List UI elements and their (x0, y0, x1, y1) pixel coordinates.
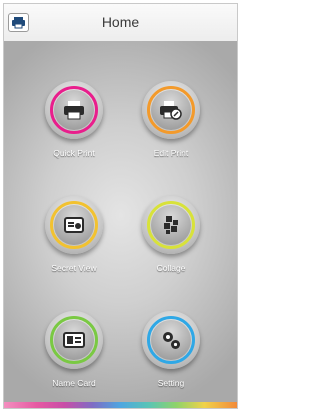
setting-label: Setting (157, 378, 185, 388)
collage-button[interactable]: Collage (131, 196, 211, 296)
secret-view-icon (64, 217, 84, 233)
edit-printer-icon (160, 101, 182, 120)
edit-print-label: Edit Print (153, 148, 189, 158)
app-window: Home Quick Print Edit Print Secret View … (3, 3, 238, 409)
setting-ring (142, 311, 200, 369)
quick-print-ring (45, 81, 103, 139)
name-card-icon (63, 332, 85, 348)
name-card-ring (45, 311, 103, 369)
rainbow-stripe (4, 402, 237, 408)
secret-view-ring (45, 196, 103, 254)
home-menu-grid: Quick Print Edit Print Secret View Colla… (4, 41, 237, 404)
page-title: Home (101, 14, 140, 30)
setting-button[interactable]: Setting (131, 311, 211, 408)
printer-icon (64, 101, 84, 120)
gear-icon (163, 332, 180, 349)
secret-view-label: Secret View (51, 263, 97, 273)
collage-ring (142, 196, 200, 254)
name-card-button[interactable]: Name Card (34, 311, 114, 408)
name-card-label: Name Card (52, 378, 96, 388)
edit-print-ring (142, 81, 200, 139)
edit-print-button[interactable]: Edit Print (131, 81, 211, 181)
collage-label: Collage (156, 263, 186, 273)
quick-print-button[interactable]: Quick Print (34, 81, 114, 181)
collage-icon (164, 216, 178, 234)
secret-view-button[interactable]: Secret View (34, 196, 114, 296)
quick-print-label: Quick Print (53, 148, 95, 158)
header-bar: Home (4, 4, 237, 42)
